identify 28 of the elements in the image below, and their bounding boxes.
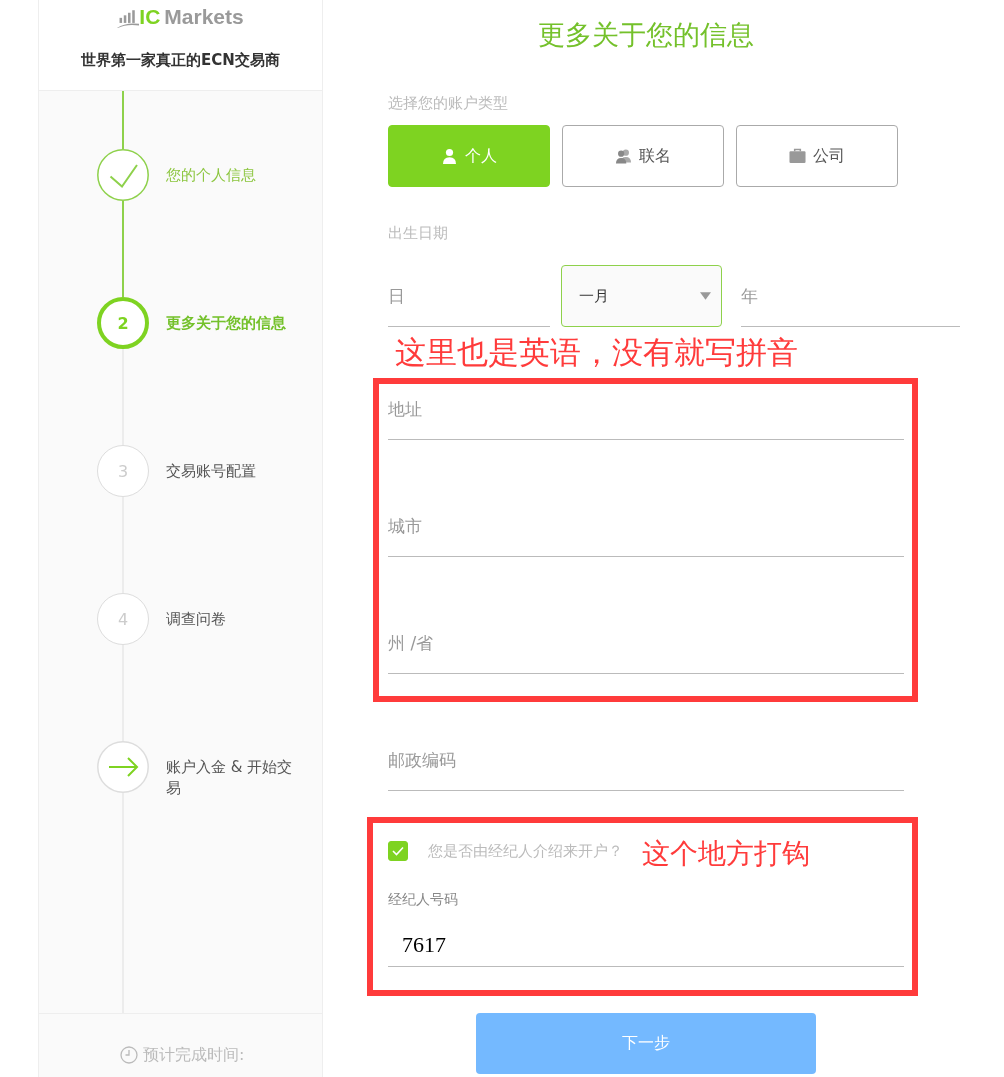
step-label: 账户入金 & 开始交易	[166, 757, 294, 799]
step-label: 您的个人信息	[166, 165, 256, 186]
two-people-icon	[615, 148, 632, 164]
month-select[interactable]: 一月	[561, 265, 722, 327]
logo-initials: IC	[139, 4, 161, 30]
step-label: 调查问卷	[166, 609, 226, 630]
tagline: 世界第一家真正的ECN交易商	[81, 50, 280, 71]
estimate-text: 预计完成时间:	[143, 1043, 245, 1066]
caret-icon	[700, 292, 711, 300]
field-label: 选择您的账户类型	[388, 93, 508, 114]
checkbox[interactable]	[388, 841, 408, 861]
field-label: 出生日期	[388, 223, 448, 244]
progress-line	[122, 91, 124, 149]
briefcase-icon	[789, 148, 806, 164]
account-type-button[interactable]: 联名	[562, 125, 724, 187]
field-label: 经纪人号码	[388, 890, 458, 909]
step-label: 更多关于您的信息	[166, 313, 286, 334]
annotation-text: 这里也是英语，没有就写拼音	[395, 334, 798, 372]
person-icon	[441, 148, 458, 164]
step-number: 2	[97, 297, 149, 349]
annotation-text: 这个地方打钩	[642, 837, 810, 871]
logo-wordmark: Markets	[164, 4, 244, 30]
page-title: 更多关于您的信息	[537, 18, 755, 52]
step-label: 交易账号配置	[166, 461, 256, 482]
checkbox-label: 您是否由经纪人介绍来开户？	[428, 841, 623, 862]
clock-icon	[120, 1045, 138, 1064]
account-type-button[interactable]: 公司	[736, 125, 898, 187]
checkmark-icon	[392, 846, 404, 856]
